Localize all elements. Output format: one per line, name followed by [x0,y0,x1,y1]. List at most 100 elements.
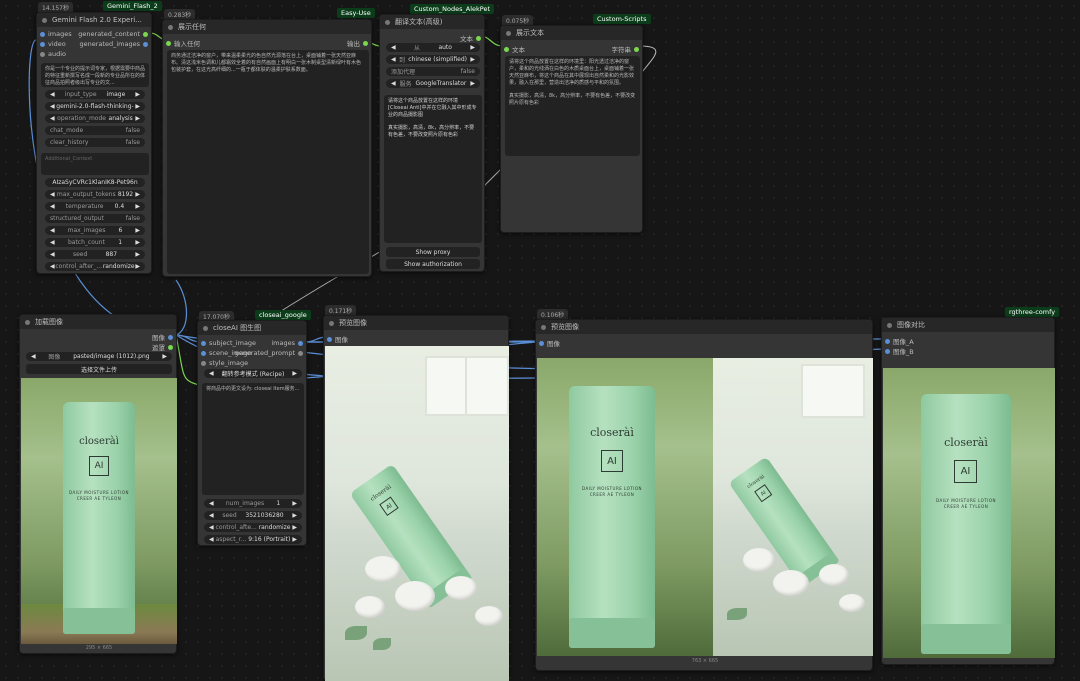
comparison-image[interactable]: closeràì AI DAILY MOISTURE LOTION CREER … [883,368,1055,658]
toggle-structured-output[interactable]: structured_output false [45,214,145,223]
output-mask[interactable]: 遮罩 [152,342,173,352]
show-authorization-button[interactable]: Show authorization [386,259,480,269]
toggle-chat-mode[interactable]: chat_mode false [45,126,145,135]
input-image[interactable]: 图像 [327,334,348,344]
widget-control-after[interactable]: ◀ control_afte... randomize ▶ [204,523,302,532]
widget-control-after[interactable]: ◀ control_after_... randomize ▶ [45,262,145,271]
input-pin-icon[interactable] [885,338,890,344]
upload-file-button[interactable]: 选择文件上传 [26,364,172,374]
widget-from-language[interactable]: ◀ 从 auto ▶ [386,43,480,52]
widget-temperature[interactable]: ◀ temperature 0.4 ▶ [45,202,145,211]
widget-num-images[interactable]: ◀ num_images 1 ▶ [204,499,302,508]
output-pin-icon[interactable] [143,41,148,47]
output-images[interactable]: images [271,339,303,347]
collapse-dot-icon[interactable] [887,322,892,328]
input-pin-icon[interactable] [504,46,509,52]
output-pin-icon[interactable] [363,40,368,46]
output-pin-icon[interactable] [143,31,148,37]
collapse-dot-icon[interactable] [168,24,173,30]
toggle-add-proxy[interactable]: 添加代理 false [386,67,480,76]
collapse-dot-icon[interactable] [42,17,47,23]
output-image[interactable]: 图像 [152,332,173,342]
closeai-prompt-textarea[interactable]: 将商品中的更文设为: closeai Item服务... [202,383,304,495]
input-pin-icon[interactable] [201,340,206,346]
widget-to-language[interactable]: ◀ 到 chinese (simplified) ▶ [386,55,480,64]
widget-batch-count[interactable]: ◀ batch_count 1 ▶ [45,238,145,247]
widget-input-type[interactable]: ◀ input_type image ▶ [45,90,145,99]
collapse-dot-icon[interactable] [506,30,511,36]
input-pin-icon[interactable] [201,350,206,356]
input-pin-icon[interactable] [166,40,171,46]
show-any-node[interactable]: 展示任何 输入任何 输出 商务通过洁净的窗户，带来温柔柔光的色自然光源落在台上，… [162,19,372,277]
widget-reference-mode[interactable]: ◀ 翻转参考模式 (Recipe) ▶ [204,369,302,378]
output-any[interactable]: 输出 [347,38,368,48]
widget-operation-mode[interactable]: ◀ operation_mode analysis ▶ [45,114,145,123]
input-images[interactable]: images [40,30,72,38]
output-pin-icon[interactable] [476,35,481,41]
input-text[interactable]: 文本 [504,44,525,54]
translate-textarea[interactable]: 请将这个商品放置在这样的环境[Closeai Anti]中并在它融入其中形成专业… [384,95,482,243]
output-pin-icon[interactable] [634,46,639,52]
show-any-header[interactable]: 展示任何 [163,20,371,34]
preview2-header[interactable]: 预览图像 [536,320,872,334]
output-pin-icon[interactable] [298,350,303,356]
widget-seed[interactable]: ◀ seed 3521036280 ▶ [204,511,302,520]
api-key-field[interactable]: AIzaSyCVRc1KlanIK8-Pet96n [45,178,145,187]
show-text-textarea[interactable]: 请将这个商品放置在这样的环境里：阳光透过洁净的窗户，柔和的光线洒在白色的木质桌面… [505,56,640,156]
input-image-a[interactable]: 图像_A [885,336,914,346]
input-pin-icon[interactable] [40,51,45,57]
translate-node[interactable]: 翻译文本(高级) 文本 ◀ 从 auto ▶ ◀ 到 chinese (simplifie… [379,14,485,272]
widget-service[interactable]: ◀ 服务 GoogleTranslator ▶ [386,79,480,88]
preview1-header[interactable]: 预览图像 [324,316,508,330]
output-generated-prompt[interactable]: generated_prompt [235,349,303,357]
closeai-header[interactable]: closeAI 图生图 [198,321,306,335]
toggle-clear-history[interactable]: clear_history false [45,138,145,147]
output-pin-icon[interactable] [168,334,173,340]
additional-context-input[interactable]: Additional_Context [41,153,149,175]
show-text-node[interactable]: 展示文本 文本 字符串 请将这个商品放置在这样的环境里：阳光透过洁净的窗户，柔和… [500,25,643,233]
collapse-dot-icon[interactable] [203,325,208,331]
output-text[interactable]: 文本 [460,33,481,43]
output-generated-content[interactable]: generated_content [78,30,148,38]
input-pin-icon[interactable] [40,31,45,37]
show-any-textarea[interactable]: 商务通过洁净的窗户，带来温柔柔光的色自然光源落在台上，桌面铺着一张天然亚麻布。清… [167,50,369,274]
input-style-image[interactable]: style_image [201,359,248,367]
load-image-header[interactable]: 加载图像 [20,315,176,329]
show-proxy-button[interactable]: Show proxy [386,247,480,257]
widget-seed[interactable]: ◀ seed 887 ▶ [45,250,145,259]
input-image[interactable]: 图像 [539,338,560,348]
input-pin-icon[interactable] [539,340,544,346]
collapse-dot-icon[interactable] [541,324,546,330]
load-image-node[interactable]: 加载图像 图像 遮罩 ◀ 图像 pasted/image (1012).png ▶ 选… [19,314,177,654]
output-pin-icon[interactable] [298,340,303,346]
show-text-header[interactable]: 展示文本 [501,26,642,40]
image-compare-node[interactable]: 图像对比 图像_A 图像_B closeràì AI DAILY MOISTUR… [881,317,1055,665]
output-pin-icon[interactable] [168,344,173,350]
input-pin-icon[interactable] [327,336,332,342]
input-subject-image[interactable]: subject_image [201,339,256,347]
widget-model[interactable]: ◀ gemini-2.0-flash-thinking- ▶ [45,102,145,111]
gemini-node-header[interactable]: Gemini Flash 2.0 Experi... [37,13,151,27]
output-generated-images[interactable]: generated_images [80,40,148,48]
collapse-dot-icon[interactable] [385,19,390,25]
translate-header[interactable]: 翻译文本(高级) [380,15,484,29]
compare-header[interactable]: 图像对比 [882,318,1054,332]
input-any[interactable]: 输入任何 [166,38,200,48]
input-video[interactable]: video [40,40,66,48]
prompt-textarea[interactable]: 你是一个专业的提示词专家，根据需要中商品的特征重新撰写名成一段新的专业品所在的体… [41,63,149,87]
gemini-node[interactable]: Gemini Flash 2.0 Experi... images video … [36,12,152,274]
input-pin-icon[interactable] [40,41,45,47]
collapse-dot-icon[interactable] [25,319,30,325]
collapse-dot-icon[interactable] [329,320,334,326]
input-pin-icon[interactable] [885,348,890,354]
input-pin-icon[interactable] [201,360,206,366]
widget-max-output-tokens[interactable]: ◀ max_output_tokens 8192 ▶ [45,190,145,199]
preview-image-node-1[interactable]: 预览图像 图像 closeràì AI [323,315,509,681]
input-audio[interactable]: audio [40,50,66,58]
input-image-b[interactable]: 图像_B [885,346,914,356]
output-string[interactable]: 字符串 [612,44,639,54]
preview-image-node-2[interactable]: 预览图像 图像 closeràì AI DAILY MOISTURE LOTIO… [535,319,873,671]
widget-max-images[interactable]: ◀ max_images 6 ▶ [45,226,145,235]
widget-aspect-ratio[interactable]: ◀ aspect_r... 9:16 (Portrait) ▶ [204,535,302,544]
closeai-node[interactable]: closeAI 图生图 subject_image scene_image st… [197,320,307,546]
